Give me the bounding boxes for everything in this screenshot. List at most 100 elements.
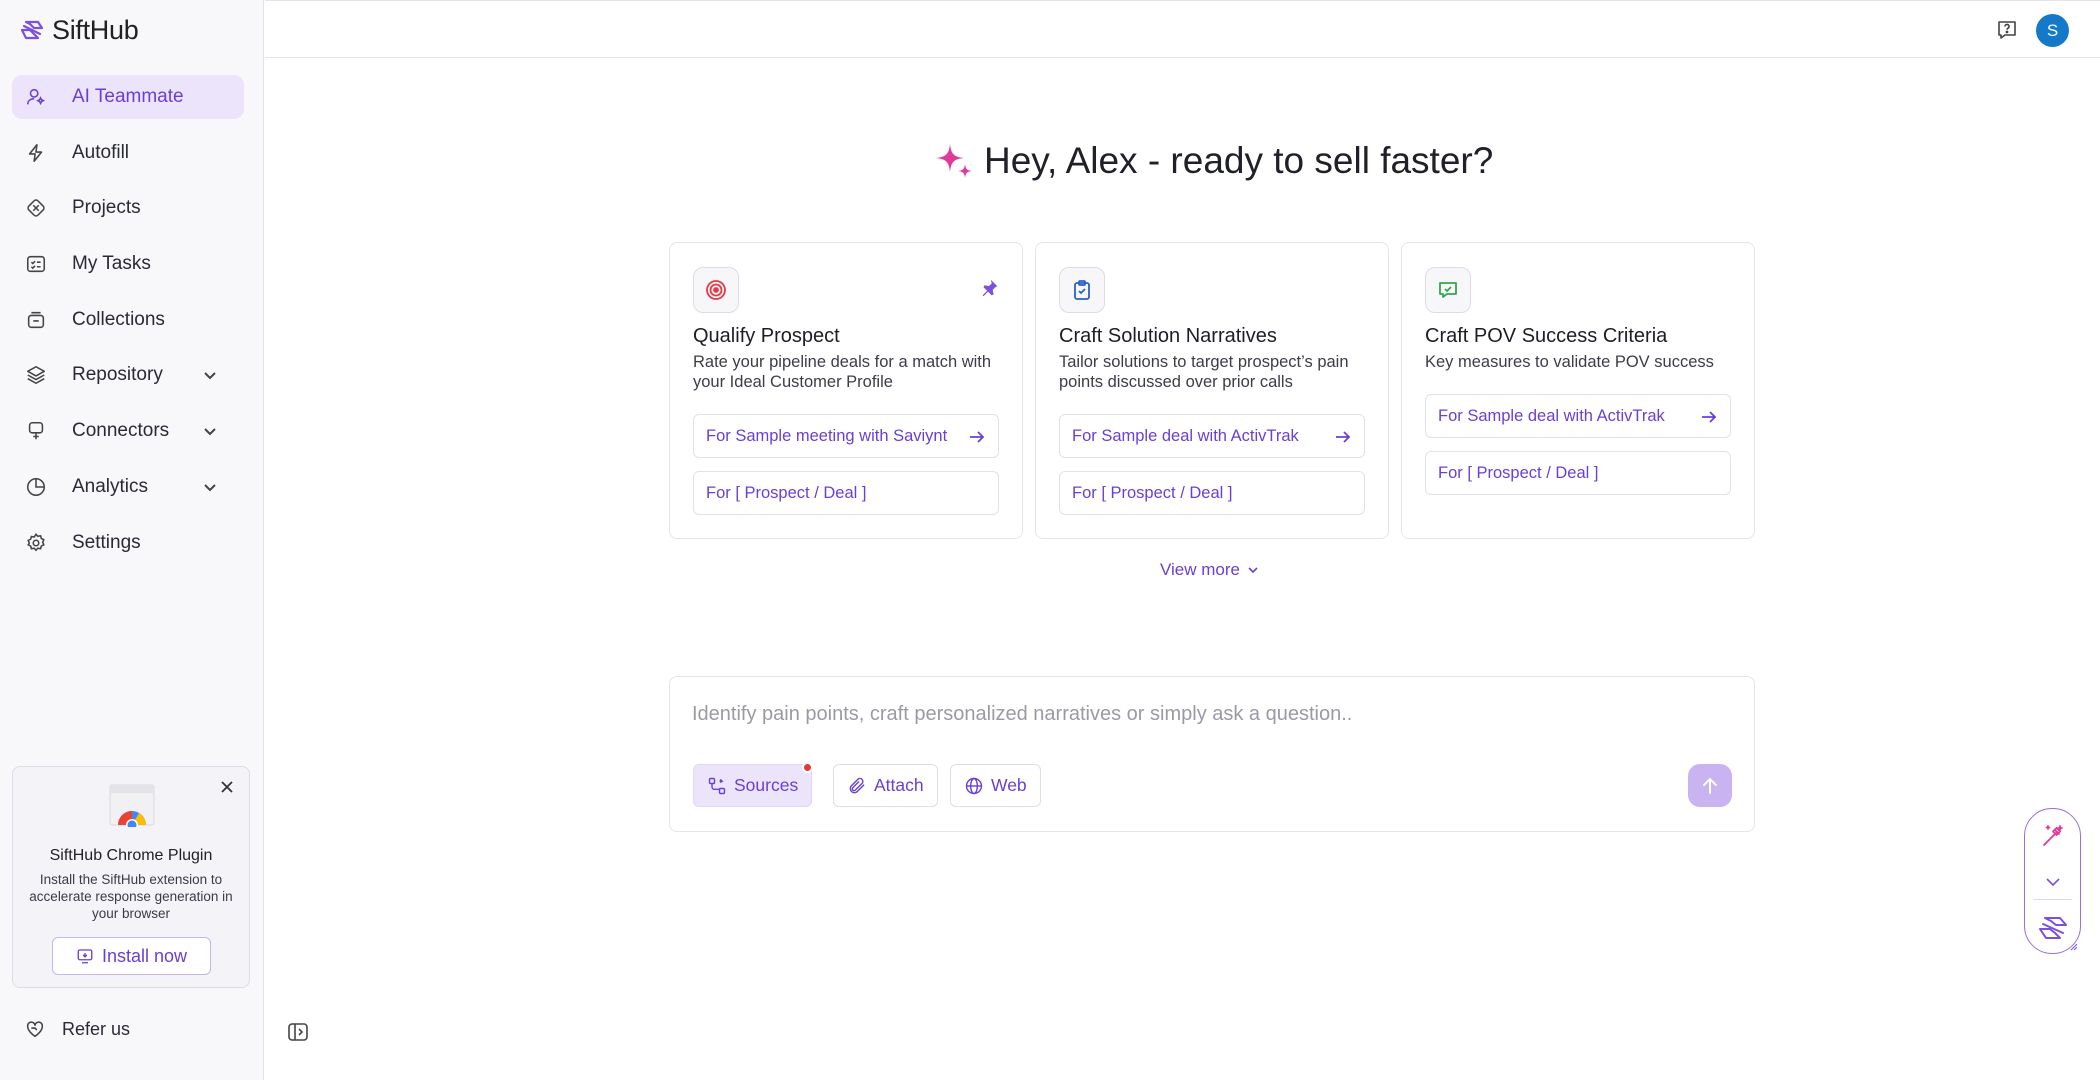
card-craft-pov-success-criteria[interactable]: Craft POV Success Criteria Key measures … [1401, 242, 1755, 539]
chat-check-icon [1425, 267, 1471, 313]
greeting-text: Hey, Alex - ready to sell faster? [984, 140, 1494, 181]
prompt-cards: Qualify Prospect Rate your pipeline deal… [669, 242, 1755, 539]
notification-dot [802, 762, 814, 773]
card-craft-solution-narratives[interactable]: Craft Solution Narratives Tailor solutio… [1035, 242, 1389, 539]
clipboard-check-icon [1059, 267, 1105, 313]
sidebar-item-collections[interactable]: Collections [12, 298, 244, 342]
sidebar-item-label: AI Teammate [72, 86, 184, 107]
sidebar-nav: AI Teammate Autofill Projects My Tasks C… [12, 75, 244, 576]
sifthub-logo-icon[interactable] [2036, 913, 2070, 943]
widget-divider [2033, 899, 2072, 900]
web-label: Web [991, 775, 1027, 795]
arrow-right-icon [1702, 411, 1717, 423]
sidebar: SiftHub AI Teammate Autofill Projects My… [0, 0, 264, 1080]
send-button[interactable] [1688, 764, 1732, 807]
sidebar-item-label: Repository [72, 364, 163, 386]
pin-icon[interactable] [978, 277, 1000, 299]
magic-wand-icon[interactable] [2040, 823, 2066, 849]
attach-button[interactable]: Attach [833, 764, 938, 807]
view-more-label: View more [1160, 560, 1240, 579]
app-logo[interactable]: SiftHub [18, 14, 139, 46]
card-action-label: For [ Prospect / Deal ] [706, 483, 867, 502]
sources-button[interactable]: Sources [693, 762, 814, 807]
globe-icon [965, 777, 983, 794]
card-action-button[interactable]: For [ Prospect / Deal ] [1059, 471, 1365, 515]
user-avatar[interactable]: S [2036, 14, 2069, 47]
sidebar-item-autofill[interactable]: Autofill [12, 131, 244, 175]
tasks-icon [24, 252, 48, 276]
sidebar-item-label: Autofill [72, 141, 130, 163]
top-bar: S [265, 0, 2100, 58]
sidebar-item-analytics[interactable]: Analytics [12, 465, 244, 509]
plugin-description: Install the SiftHub extension to acceler… [29, 872, 233, 921]
gear-icon [24, 531, 48, 555]
user-icon [24, 85, 48, 109]
sidebar-item-repository[interactable]: Repository [12, 353, 244, 397]
arrow-right-icon [1336, 431, 1351, 443]
sidebar-item-settings[interactable]: Settings [12, 521, 244, 565]
chevron-down-icon [1248, 567, 1258, 574]
refer-us-link[interactable]: Refer us [24, 1018, 130, 1040]
chevron-down-icon[interactable] [2043, 875, 2063, 889]
card-action-button[interactable]: For [ Prospect / Deal ] [693, 471, 999, 515]
sidebar-toggle-icon[interactable] [287, 1021, 309, 1043]
card-action-button[interactable]: For Sample deal with ActivTrak [1059, 414, 1365, 458]
prompt-input[interactable] [692, 699, 1732, 729]
card-title: Qualify Prospect [693, 325, 840, 347]
heart-hand-icon [26, 1021, 44, 1038]
card-action-label: For Sample meeting with Saviynt [706, 426, 948, 445]
web-button[interactable]: Web [950, 764, 1041, 807]
prompt-composer: Sources Attach Web [669, 676, 1755, 832]
monitor-download-icon [77, 949, 93, 964]
lightning-icon [24, 141, 48, 165]
paperclip-icon [849, 777, 865, 793]
sifthub-logo-icon [20, 20, 44, 40]
card-description: Tailor solutions to target prospect’s pa… [1059, 353, 1349, 391]
sidebar-item-label: Projects [72, 197, 141, 219]
target-icon [693, 267, 739, 313]
chevron-down-icon[interactable] [200, 421, 220, 441]
projects-icon [24, 196, 48, 220]
sidebar-item-ai-teammate[interactable]: AI Teammate [12, 75, 244, 119]
card-description: Rate your pipeline deals for a match wit… [693, 353, 992, 391]
arrow-right-icon [970, 431, 985, 443]
collections-icon [24, 308, 48, 332]
sidebar-item-label: Settings [72, 531, 141, 553]
card-action-label: For [ Prospect / Deal ] [1438, 463, 1599, 482]
close-icon[interactable] [219, 779, 235, 795]
sidebar-item-connectors[interactable]: Connectors [12, 409, 244, 453]
chevron-down-icon[interactable] [200, 477, 220, 497]
plugin-title: SiftHub Chrome Plugin [49, 847, 213, 864]
card-action-label: For Sample deal with ActivTrak [1438, 406, 1665, 425]
plug-icon [24, 419, 48, 443]
sparkle-icon [936, 144, 972, 178]
help-icon[interactable] [1995, 18, 2019, 42]
view-more-button[interactable]: View more [1160, 560, 1260, 580]
card-action-label: For [ Prospect / Deal ] [1072, 483, 1233, 502]
sidebar-item-label: Collections [72, 308, 165, 330]
arrow-up-icon [1703, 777, 1717, 794]
card-title: Craft Solution Narratives [1059, 325, 1277, 347]
card-title: Craft POV Success Criteria [1425, 325, 1668, 347]
layers-icon [24, 363, 48, 387]
chevron-down-icon[interactable] [200, 365, 220, 385]
install-now-button[interactable]: Install now [52, 937, 211, 975]
card-action-label: For Sample deal with ActivTrak [1072, 426, 1299, 445]
assistant-widget [2024, 808, 2081, 954]
chrome-icon [109, 784, 155, 827]
greeting: Hey, Alex - ready to sell faster? [934, 140, 1493, 182]
card-qualify-prospect[interactable]: Qualify Prospect Rate your pipeline deal… [669, 242, 1023, 539]
card-action-button[interactable]: For Sample deal with ActivTrak [1425, 394, 1731, 438]
attach-label: Attach [874, 775, 924, 795]
sources-label: Sources [734, 775, 799, 795]
refer-us-label: Refer us [62, 1018, 131, 1039]
sidebar-item-label: Connectors [72, 420, 170, 442]
sidebar-item-projects[interactable]: Projects [12, 186, 244, 230]
resize-handle-icon[interactable] [2068, 941, 2078, 951]
card-description: Key measures to validate POV success [1425, 353, 1714, 371]
install-now-label: Install now [101, 945, 188, 966]
card-action-button[interactable]: For Sample meeting with Saviynt [693, 414, 999, 458]
sources-icon [708, 777, 726, 794]
card-action-button[interactable]: For [ Prospect / Deal ] [1425, 451, 1731, 495]
sidebar-item-my-tasks[interactable]: My Tasks [12, 242, 244, 286]
